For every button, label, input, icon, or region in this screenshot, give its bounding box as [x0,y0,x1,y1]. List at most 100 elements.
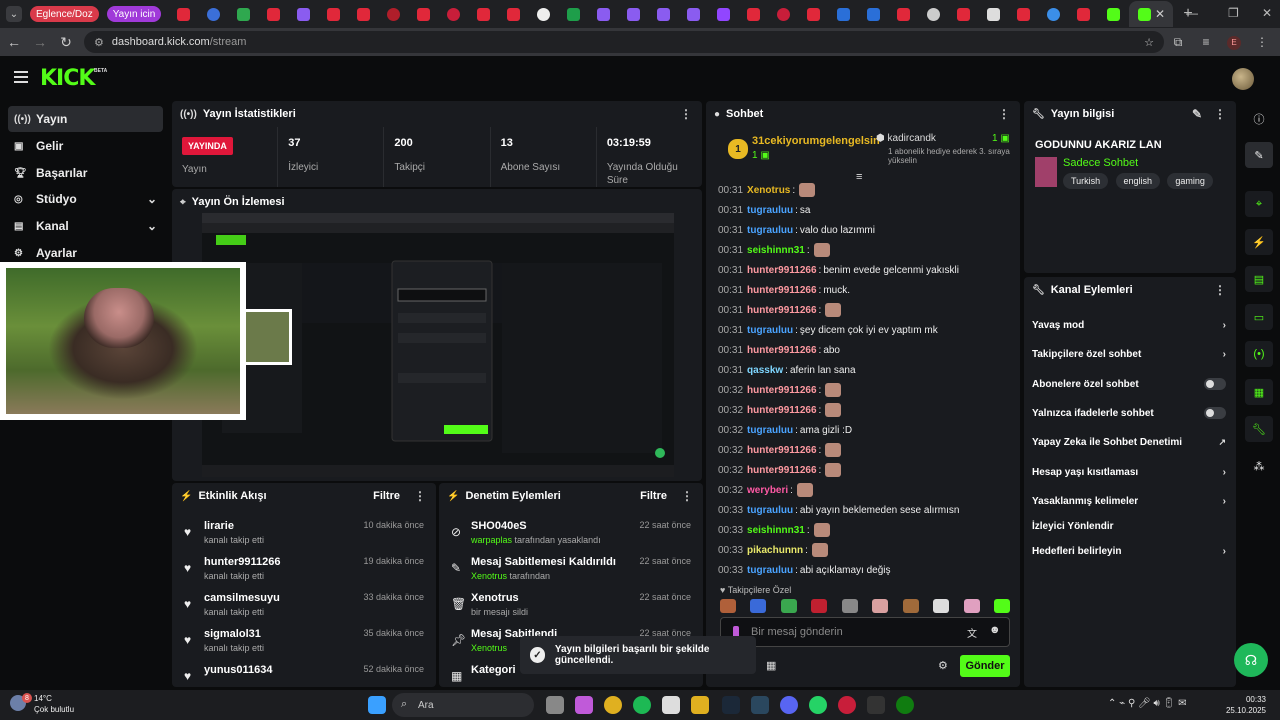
chat-username[interactable]: hunter9911266 [747,465,817,476]
window-close-icon[interactable]: ✕ [1262,6,1272,20]
close-icon[interactable]: ✕ [1155,7,1165,21]
more-options-icon[interactable]: ⋮ [1214,283,1226,297]
chat-username[interactable]: hunter9911266 [747,265,817,276]
emote[interactable] [825,383,842,397]
sidebar-item-kanal[interactable]: ▤ Kanal ⌄ [8,213,163,239]
emote[interactable] [825,463,842,477]
chrome-icon[interactable] [604,696,622,714]
terminal-icon[interactable] [867,696,885,714]
tag[interactable]: english [1115,173,1161,189]
chat-username[interactable]: hunter9911266 [747,305,817,316]
chat-username[interactable]: tugrauluu [747,205,793,216]
kick-logo[interactable]: KICK [40,66,95,91]
emote[interactable] [825,443,842,457]
browser-tab[interactable] [199,2,227,26]
action-goals[interactable]: Hedefleri belirleyin › [1032,540,1226,562]
emote[interactable] [750,599,767,613]
emote[interactable] [813,243,830,257]
browser-tab[interactable] [829,2,857,26]
sidebar-item-studyo[interactable]: ◎ Stüdyo ⌄ [8,186,163,212]
active-tab[interactable]: ✕ [1129,1,1174,27]
emote[interactable] [993,599,1010,613]
chat-icon[interactable]: ▭ [1245,304,1273,330]
browser-tab[interactable] [619,2,647,26]
back-icon[interactable]: ← [2,34,26,50]
edit-icon[interactable]: ✎ [1245,142,1273,168]
browser-tab[interactable] [709,2,737,26]
sidebar-item-yayin[interactable]: ((•)) Yayın [8,106,163,132]
layout-icon[interactable]: ▦ [1245,379,1273,405]
browser-tab[interactable] [1069,2,1097,26]
tab-search-button[interactable]: ⌄ [6,6,22,22]
emote[interactable] [780,599,797,613]
more-options-icon[interactable]: ⋮ [414,489,426,503]
browser-tab[interactable] [319,2,347,26]
scroll-down-icon[interactable]: ≡ [856,171,862,183]
browser-tab[interactable] [469,2,497,26]
emote[interactable] [813,523,830,537]
browser-tab[interactable] [379,2,407,26]
chat-username[interactable]: hunter9911266 [747,345,817,356]
chat-username[interactable]: hunter9911266 [747,285,817,296]
task-view-icon[interactable] [546,696,564,714]
browser-tab[interactable] [229,2,257,26]
tag[interactable]: Turkish [1063,173,1109,189]
emote[interactable] [825,303,842,317]
broadcast-icon[interactable]: (•) [1245,341,1273,367]
translate-icon[interactable]: 文 [967,625,977,640]
moderation-title[interactable]: Xenotrus [471,592,519,604]
browser-tab[interactable] [919,2,947,26]
avatar[interactable] [1232,68,1254,90]
browser-tab[interactable] [259,2,287,26]
forward-icon[interactable]: → [28,34,52,50]
activity-user[interactable]: yunus011634 [204,664,273,676]
list-icon[interactable]: ▤ [1245,266,1273,292]
emote[interactable] [933,599,950,613]
browser-tab[interactable] [349,2,377,26]
gifter-name[interactable]: ⬢ kadircandk [876,133,936,144]
browser-tab[interactable] [769,2,797,26]
chat-input[interactable]: Bir mesaj gönderin 文 ☻ [720,617,1010,647]
chat-username[interactable]: tugrauluu [747,325,793,336]
emote[interactable] [799,183,816,197]
more-options-icon[interactable]: ⋮ [998,107,1010,121]
chat-username[interactable]: tugrauluu [747,425,793,436]
emote[interactable] [872,599,889,613]
chat-username[interactable]: seishinnn31 [747,245,805,256]
whatsapp-icon[interactable] [809,696,827,714]
steam-icon[interactable] [722,696,740,714]
nodes-icon[interactable]: ⁂ [1245,453,1273,479]
reading-list-icon[interactable]: ≡ [1192,35,1220,49]
browser-tab[interactable] [169,2,197,26]
extensions-icon[interactable]: ⧉ [1164,35,1192,50]
moderator-name[interactable]: warpaplas [471,535,512,545]
browser-menu-icon[interactable]: ⋮ [1248,35,1276,49]
emote[interactable] [811,543,828,557]
action-banned-words[interactable]: Yasaklanmış kelimeler › [1032,490,1226,512]
activity-user[interactable]: hunter9911266 [204,556,280,568]
sidebar-item-basarilar[interactable]: 🏆︎ Başarılar [8,160,163,186]
chat-username[interactable]: tugrauluu [747,565,793,576]
more-options-icon[interactable]: ⋮ [681,489,693,503]
emote[interactable] [902,599,919,613]
lightning-icon[interactable]: ⚡ [1245,229,1273,255]
browser-tab[interactable] [979,2,1007,26]
browser-tab[interactable] [859,2,887,26]
toggle-switch[interactable] [1204,378,1226,390]
action-account-age[interactable]: Hesap yaşı kısıtlaması › [1032,461,1226,483]
browser-tab[interactable] [529,2,557,26]
bookmark-star-icon[interactable]: ☆ [1144,36,1154,49]
info-icon[interactable]: ⓘ [1245,106,1273,132]
emote[interactable] [841,599,858,613]
browser-tab[interactable] [949,2,977,26]
browser-tab[interactable] [739,2,767,26]
minimize-icon[interactable]: — [1186,6,1198,20]
emote[interactable] [796,483,813,497]
store-icon[interactable] [662,696,680,714]
send-button[interactable]: Gönder [960,655,1010,677]
edit-icon[interactable]: ✎ [1192,107,1202,121]
emote[interactable] [825,403,842,417]
more-options-icon[interactable]: ⋮ [680,107,692,121]
top-gifter-name[interactable]: 31cekiyorumgelengelsin [752,135,880,147]
action-followers-only[interactable]: Takipçilere özel sohbet › [1032,343,1226,365]
